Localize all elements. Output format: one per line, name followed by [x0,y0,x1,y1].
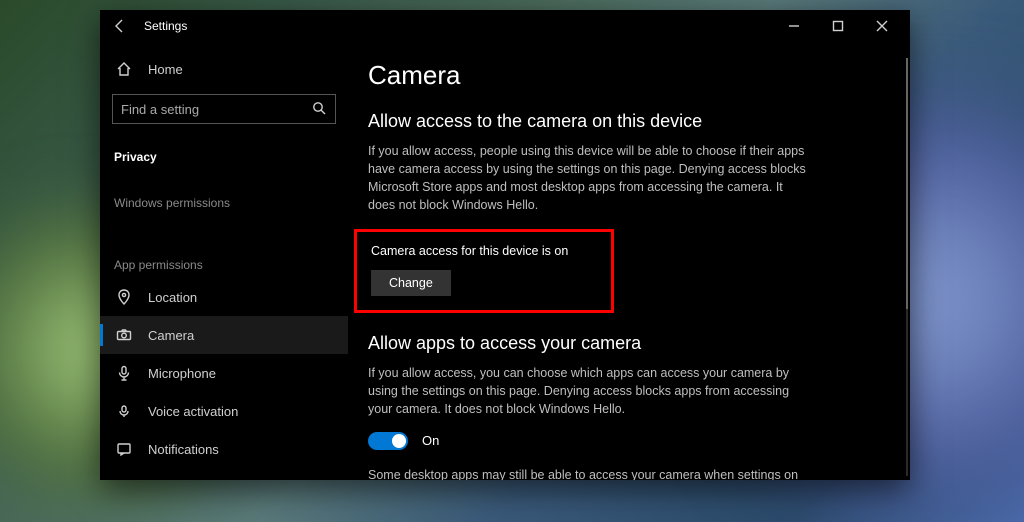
privacy-header: Privacy [100,138,348,170]
location-icon [114,289,134,305]
arrow-left-icon [112,18,128,34]
camera-apps-toggle[interactable] [368,432,408,450]
settings-window: Settings Home [100,10,910,480]
highlight-box: Camera access for this device is on Chan… [354,229,614,313]
home-icon [114,61,134,77]
notifications-icon [114,441,134,457]
home-label: Home [148,62,183,77]
search-input[interactable] [121,102,305,117]
toggle-knob [392,434,406,448]
minimize-icon [786,18,802,34]
sidebar-item-label: Camera [148,328,194,343]
change-button[interactable]: Change [371,270,451,296]
page-title: Camera [368,60,890,91]
sidebar-item-label: Location [148,290,197,305]
sidebar-item-camera[interactable]: Camera [100,316,348,354]
section2-heading: Allow apps to access your camera [368,333,890,354]
voice-activation-icon [114,403,134,419]
account-info-icon [114,479,134,480]
scrollbar[interactable] [906,58,908,476]
sidebar-item-location[interactable]: Location [100,278,348,316]
toggle-label: On [422,433,439,448]
microphone-icon [114,365,134,381]
sidebar-item-label: Microphone [148,366,216,381]
sidebar-item-account-info[interactable]: Account info [100,468,348,480]
sidebar-item-label: Account info [148,480,220,481]
search-icon [311,100,327,119]
search-box[interactable] [112,94,336,124]
sidebar-item-notifications[interactable]: Notifications [100,430,348,468]
window-title: Settings [144,19,187,33]
section1-heading: Allow access to the camera on this devic… [368,111,890,132]
sidebar-item-label: Notifications [148,442,219,457]
back-button[interactable] [106,18,134,34]
camera-access-status: Camera access for this device is on [371,244,597,258]
sidebar: Home Privacy Windows permissions App per… [100,42,348,480]
titlebar: Settings [100,10,910,42]
maximize-icon [830,18,846,34]
maximize-button[interactable] [816,10,860,42]
sidebar-item-voice-activation[interactable]: Voice activation [100,392,348,430]
content-area: Camera Allow access to the camera on thi… [348,42,910,480]
home-link[interactable]: Home [100,50,348,88]
sidebar-item-microphone[interactable]: Microphone [100,354,348,392]
section2-note: Some desktop apps may still be able to a… [368,466,808,480]
close-icon [874,18,890,34]
scrollbar-thumb[interactable] [906,58,908,309]
windows-permissions-header[interactable]: Windows permissions [100,184,348,216]
camera-icon [114,327,134,343]
close-button[interactable] [860,10,904,42]
section2-description: If you allow access, you can choose whic… [368,364,808,418]
app-permissions-header: App permissions [100,246,348,278]
sidebar-item-label: Voice activation [148,404,238,419]
minimize-button[interactable] [772,10,816,42]
section1-description: If you allow access, people using this d… [368,142,808,215]
